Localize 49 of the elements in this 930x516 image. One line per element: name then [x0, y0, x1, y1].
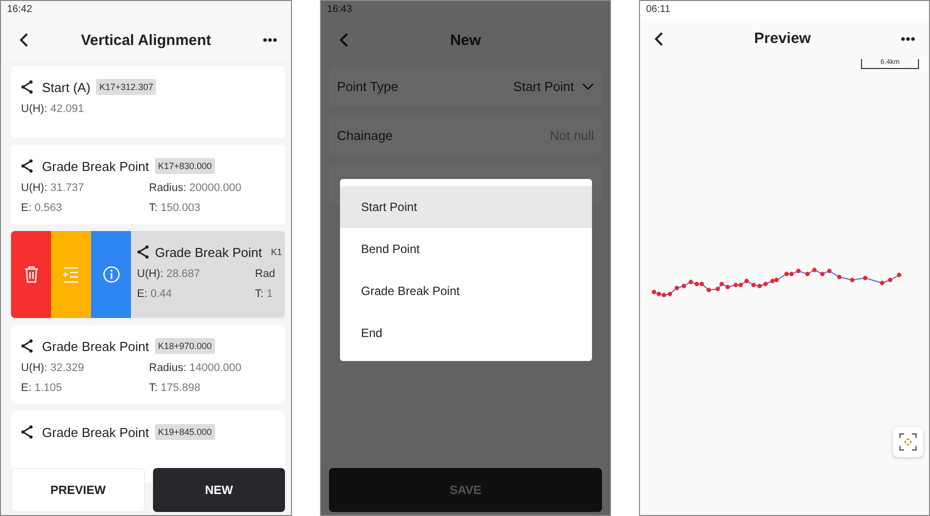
field-value: Radius: 14000.000 — [149, 362, 242, 374]
indent-icon — [63, 266, 79, 282]
field-value: U(H): 31.737 — [21, 182, 85, 194]
screen-title: Vertical Alignment — [80, 32, 212, 48]
back-icon[interactable] — [654, 32, 664, 46]
screen-title: New — [450, 32, 481, 48]
chainage-badge: K17+830.000 — [154, 158, 215, 174]
chainage-badge: K17+312.307 — [96, 79, 156, 95]
zigzag-icon — [21, 80, 33, 94]
info-icon — [102, 266, 120, 283]
field-value: U(H): 32.329 — [21, 362, 85, 374]
card-title: Grade Break Point — [42, 158, 149, 174]
trash-icon — [24, 266, 38, 283]
chainage-badge: K18+970.000 — [154, 338, 215, 354]
more-icon[interactable] — [901, 36, 915, 40]
fullscreen-icon — [899, 433, 917, 451]
card-title: Grade Break Point — [42, 424, 149, 440]
field-value: T: 1 — [255, 288, 274, 300]
chevron-down-icon — [582, 82, 594, 90]
point-card[interactable]: Grade Break Point K17+830.000 U(H): 31.737 Radius: 20000.000 E: 0.563 T: 150.003 — [11, 145, 285, 224]
status-time: 06:11 — [640, 1, 929, 21]
field-value: E: 0.563 — [21, 202, 63, 214]
card-title: Start (A) — [42, 80, 90, 94]
field-value: U(H): 28.687 — [137, 268, 201, 280]
more-icon[interactable] — [263, 38, 277, 42]
zigzag-icon — [21, 159, 33, 173]
card-title: Grade Break Point — [42, 338, 149, 354]
point-card[interactable]: Grade Break Point K18+970.000 U(H): 32.329 Radius: 14000.000 E: 1.105 T: 175.898 — [11, 325, 285, 404]
back-icon[interactable] — [19, 33, 29, 47]
card-title: Grade Break Point — [155, 244, 262, 260]
zigzag-icon — [21, 339, 33, 353]
field-value: U(H): 42.091 — [21, 103, 85, 115]
field-value: T: 175.898 — [149, 382, 202, 394]
delete-button[interactable] — [11, 231, 51, 318]
menu-item[interactable]: Start Point — [340, 186, 592, 228]
point-card[interactable]: Start (A) K17+312.307 U(H): 42.091 — [11, 66, 285, 138]
new-button[interactable]: NEW — [153, 468, 285, 512]
field-value: E: 0.44 — [137, 288, 173, 300]
zigzag-icon — [21, 425, 33, 439]
preview-button[interactable]: PREVIEW — [11, 468, 145, 512]
chainage-badge: K19+845.000 — [154, 424, 215, 440]
field-value: Rad — [255, 268, 276, 280]
screen-title: Preview — [754, 30, 811, 47]
field-value: E: 1.105 — [21, 382, 63, 394]
fullscreen-button[interactable] — [893, 427, 923, 457]
field-value: Radius: 20000.000 — [149, 182, 242, 194]
zigzag-icon — [137, 245, 149, 259]
field-value: T: 150.003 — [149, 202, 202, 214]
swiped-card[interactable]: Grade Break Point K1 U(H): 28.687 Rad E: 0.44 T: 1 — [131, 231, 285, 318]
